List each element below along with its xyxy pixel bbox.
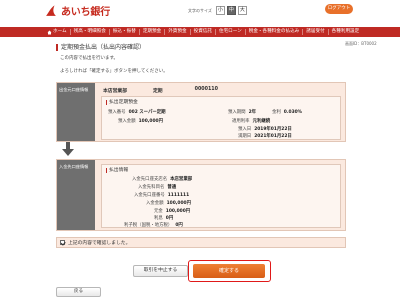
to-account-label: 入金先口座情報 xyxy=(57,160,95,230)
font-size-medium-button[interactable]: 中 xyxy=(226,6,236,15)
field-label: 預入番号 xyxy=(108,110,126,115)
intro-text-2: よろしければ「確定する」ボタンを押してください。 xyxy=(60,69,168,74)
withdrawal-deposit-panel: 払出定期預金 預入番号 002 スーパー定期 預入期間 2年 金利 0.030% 預入… xyxy=(101,96,341,140)
maturity-date-field: 満期日 2021年01月22日 xyxy=(238,133,292,139)
dest-branch-field: 入金先口座支店名 本店営業部 xyxy=(132,176,192,182)
field-value: 0円 xyxy=(175,223,183,228)
nav-item-balance[interactable]: 残高・明細照会 xyxy=(71,29,110,35)
field-label: 利息 xyxy=(154,216,163,221)
field-label: 預入金額 xyxy=(118,119,136,124)
deposit-amount-field: 預入金額 100,000円 xyxy=(118,118,163,124)
home-icon xyxy=(47,30,52,34)
screen-id: 画面ID：BT0002 xyxy=(345,41,377,46)
confirm-checkbox-label[interactable]: 上記の内容で確認しました。 xyxy=(68,239,130,246)
back-button[interactable]: 戻る xyxy=(56,287,101,297)
nav-item-label: ホーム xyxy=(53,29,67,34)
field-label: 預入日 xyxy=(238,127,252,132)
field-label: 入金先口座番号 xyxy=(134,193,165,198)
nav-item-notifications[interactable]: 諸届受付 xyxy=(303,29,329,35)
global-nav: ホーム 残高・明細照会 振込・振替 定期預金 外貨預金 投資信託 住宅ローン 税… xyxy=(0,27,400,37)
field-value: 0円 xyxy=(165,216,174,221)
nav-item-time-deposit[interactable]: 定期預金 xyxy=(140,29,166,35)
page: あいち銀行 文字のサイズ 小 中 大 ログアウト ホーム 残高・明細照会 振込・… xyxy=(0,0,400,304)
field-value: 普通 xyxy=(167,185,177,190)
bank-logo-icon xyxy=(46,4,56,16)
payout-info-panel: 払出情報 入金先口座支店名 本店営業部 入金先科目名 普通 入金先口座番号 11111… xyxy=(101,164,341,228)
page-title: 定期預金払出（払出内容確認） xyxy=(56,44,145,51)
intro-text-1: この内容で払出を行います。 xyxy=(60,56,119,61)
field-label: 入金先口座支店名 xyxy=(132,177,168,182)
field-value: 100,000円 xyxy=(138,119,163,124)
applied-rate-field: 適用利率 元利継続 xyxy=(232,118,270,124)
deposit-amount-field: 入金金額 100,000円 xyxy=(146,200,191,206)
nav-item-settings[interactable]: 各種利用設定 xyxy=(329,29,363,35)
deposit-number-field: 預入番号 002 スーパー定期 xyxy=(108,109,166,115)
field-value: 2021年01月22日 xyxy=(254,134,292,139)
nav-item-home-loan[interactable]: 住宅ローン xyxy=(216,29,246,35)
logout-button[interactable]: ログアウト xyxy=(325,4,353,14)
field-value: 2年 xyxy=(248,110,257,115)
from-account-number: 0000110 xyxy=(194,87,218,92)
deposit-period-field: 預入期間 2年 xyxy=(228,109,256,115)
bank-logo[interactable]: あいち銀行 xyxy=(44,3,110,18)
field-label: 満期日 xyxy=(238,134,252,139)
interest-field: 利息 0円 xyxy=(154,215,173,221)
field-value: 2019年01月22日 xyxy=(254,127,292,132)
nav-item-transfer[interactable]: 振込・振替 xyxy=(110,29,140,35)
interest-rate-field: 金利 0.030% xyxy=(272,109,302,115)
field-label: 利子税（国税・地方税） xyxy=(124,223,173,228)
field-value: 0.030% xyxy=(283,110,303,115)
field-value: 002 スーパー定期 xyxy=(128,110,166,115)
field-value: 元利継続 xyxy=(252,119,271,124)
header: あいち銀行 文字のサイズ 小 中 大 ログアウト xyxy=(0,0,400,27)
bank-name: あいち銀行 xyxy=(61,7,110,18)
confirmation-row: 上記の内容で確認しました。 xyxy=(56,237,346,248)
to-account-section: 入金先口座情報 払出情報 入金先口座支店名 本店営業部 入金先科目名 普通 入金先口… xyxy=(56,159,346,231)
from-branch: 本店営業部 xyxy=(103,89,127,94)
cancel-transaction-button[interactable]: 取引を中止する xyxy=(133,265,188,277)
field-label: 適用利率 xyxy=(232,119,250,124)
field-value: 1111111 xyxy=(167,193,190,198)
withdrawal-deposit-title: 払出定期預金 xyxy=(106,100,138,105)
field-value: 100,000円 xyxy=(166,201,191,206)
nav-item-investment-trust[interactable]: 投資信託 xyxy=(191,29,216,35)
field-label: 金利 xyxy=(272,110,281,115)
from-account-label: 出金元口座情報 xyxy=(57,83,95,141)
field-label: 入金金額 xyxy=(146,201,164,206)
field-value: 100,000円 xyxy=(165,209,191,214)
field-label: 入金先科目名 xyxy=(138,185,165,190)
nav-item-tax-payment[interactable]: 税金・各種料金の払込み xyxy=(246,29,304,35)
font-size-large-button[interactable]: 大 xyxy=(237,6,247,15)
principal-field: 元金 100,000円 xyxy=(154,208,190,214)
font-size-switcher: 文字のサイズ 小 中 大 xyxy=(188,6,247,15)
arrow-down-icon xyxy=(62,142,74,156)
from-account-summary: 本店営業部 定期 0000110 xyxy=(103,87,218,94)
font-size-label: 文字のサイズ xyxy=(188,7,212,13)
confirm-button[interactable]: 確定する xyxy=(193,264,265,278)
nav-item-foreign-deposit[interactable]: 外貨預金 xyxy=(165,29,191,35)
field-label: 預入期間 xyxy=(228,110,246,115)
from-account-section: 出金元口座情報 本店営業部 定期 0000110 払出定期預金 預入番号 002 … xyxy=(56,82,346,142)
field-value: 本店営業部 xyxy=(170,177,193,182)
deposit-date-field: 預入日 2019年01月22日 xyxy=(238,126,292,132)
nav-item-home[interactable]: ホーム xyxy=(44,29,71,35)
dest-account-number-field: 入金先口座番号 1111111 xyxy=(134,192,189,198)
field-label: 元金 xyxy=(154,209,163,214)
interest-tax-field: 利子税（国税・地方税） 0円 xyxy=(124,222,183,228)
from-account-type: 定期 xyxy=(153,89,163,94)
confirm-checkbox[interactable] xyxy=(60,240,65,245)
dest-account-type-field: 入金先科目名 普通 xyxy=(138,184,176,190)
payout-info-title: 払出情報 xyxy=(106,168,128,173)
font-size-small-button[interactable]: 小 xyxy=(215,6,225,15)
